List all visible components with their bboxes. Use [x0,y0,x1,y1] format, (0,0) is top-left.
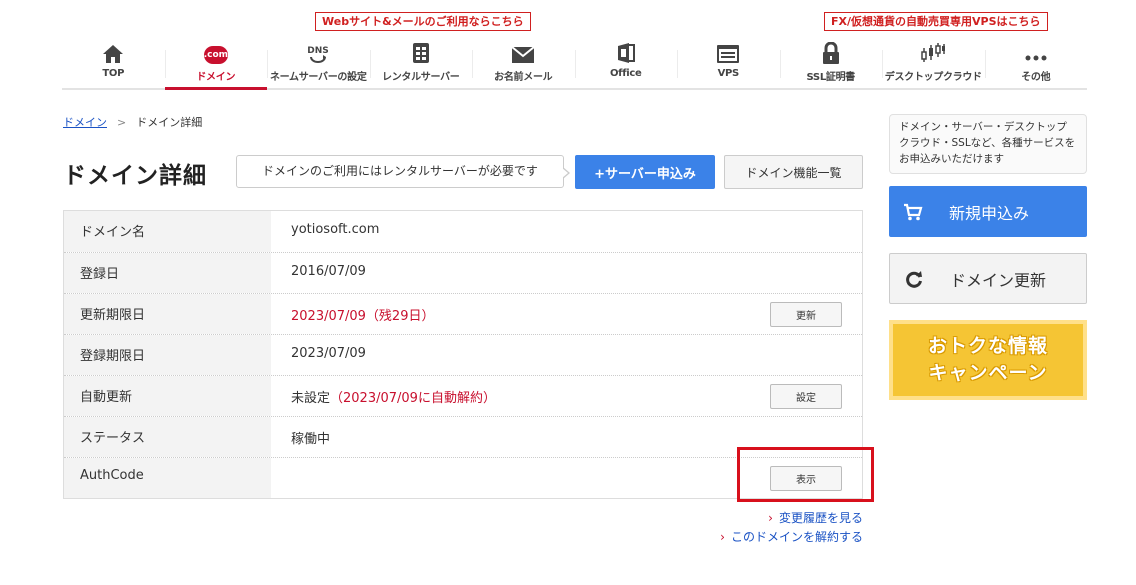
services-note: ドメイン・サーバー・デスクトップクラウド・SSLなど、各種サービスをお申込みいた… [889,114,1087,174]
chart-icon [921,43,946,62]
cancel-domain-link[interactable]: このドメインを解約する [731,530,863,544]
status-label: ステータス [64,417,271,457]
new-order-button[interactable]: 新規申込み [889,186,1087,237]
table-row: 登録期限日 2023/07/09 [64,334,862,375]
nav-item-nameserver[interactable]: DNS ネームサーバーの設定 [267,38,370,88]
banner-line-2: キャンペーン [928,362,1048,384]
svg-text:DNS: DNS [308,46,330,56]
domain-action-links: › 変更履歴を見る › このドメインを解約する [720,509,863,547]
registered-date-value: 2016/07/09 [291,264,366,279]
table-row: AuthCode 表示 [64,457,862,498]
dotcom-icon: .com [203,46,228,64]
breadcrumb-separator: > [117,116,127,129]
renewal-deadline-value: 2023/07/09（残29日） [291,309,435,324]
registration-deadline-label: 登録期限日 [64,335,271,375]
domain-renew-button[interactable]: ドメイン更新 [889,253,1087,304]
auto-renew-label: 自動更新 [64,376,271,416]
domain-detail-table: ドメイン名 yotiosoft.com 登録日 2016/07/09 更新期限日… [63,210,863,499]
registration-deadline-value: 2023/07/09 [291,346,366,361]
nav-item-top[interactable]: TOP [62,38,165,88]
renewal-deadline-label: 更新期限日 [64,294,271,334]
domain-name-value: yotiosoft.com [291,222,380,237]
refresh-icon [906,270,922,288]
authcode-cell: 表示 [271,458,862,498]
nav-label: お名前メール [494,72,553,83]
office-icon [617,43,635,63]
domain-renew-label: ドメイン更新 [950,270,1047,290]
server-icon [412,43,429,63]
caret-right-icon: › [720,530,725,544]
dns-icon: DNS [308,46,330,63]
server-required-notice: ドメインのご利用にはレンタルサーバーが必要です [236,155,570,188]
renew-button[interactable]: 更新 [770,302,842,327]
show-authcode-button[interactable]: 表示 [770,466,842,491]
home-icon [103,45,124,63]
server-apply-button[interactable]: +サーバー申込み [575,155,715,189]
nav-label: SSL証明書 [806,72,856,83]
nav-item-vps[interactable]: VPS [677,38,780,88]
more-icon [1025,55,1047,61]
breadcrumb-current: ドメイン詳細 [136,116,203,129]
nav-item-desktop-cloud[interactable]: デスクトップクラウド [882,38,985,88]
nav-label: TOP [102,68,125,79]
auto-renew-settings-button[interactable]: 設定 [770,384,842,409]
fx-vps-promo-link[interactable]: FX/仮想通貨の自動売買専用VPSはこちら [824,12,1048,31]
breadcrumb-domain-link[interactable]: ドメイン [63,116,107,129]
table-row: 更新期限日 2023/07/09（残29日） 更新 [64,293,862,334]
table-row: 自動更新 未設定（2023/07/09に自動解約） 設定 [64,375,862,416]
caret-right-icon: › [768,511,773,525]
nav-label: デスクトップクラウド [884,72,982,83]
auto-renew-status: 未設定 [291,391,331,406]
cart-icon [904,203,923,220]
page-title: ドメイン詳細 [63,163,207,189]
nav-item-other[interactable]: その他 [984,38,1088,88]
web-mail-promo-link[interactable]: Webサイト&メールのご利用ならこちら [315,12,531,31]
nav-label: その他 [1021,72,1051,83]
new-order-label: 新規申込み [949,203,1030,223]
status-value: 稼働中 [291,432,331,447]
domain-name-label: ドメイン名 [64,211,271,252]
table-row: ステータス 稼働中 [64,416,862,457]
nav-item-ssl[interactable]: SSL証明書 [779,38,883,88]
nav-item-rental-server[interactable]: レンタルサーバー [369,38,473,88]
nav-item-domain[interactable]: .com ドメイン [164,38,268,90]
mail-icon [511,46,535,63]
plus-icon: + [594,166,606,182]
nav-label: レンタルサーバー [382,72,460,83]
authcode-label: AuthCode [64,458,271,498]
nav-item-office[interactable]: Office [574,38,678,88]
nav-item-mail[interactable]: お名前メール [472,38,575,88]
nav-label: VPS [717,68,740,79]
vps-icon [717,45,740,63]
nav-label: ドメイン [196,72,236,83]
nav-label: Office [609,68,642,79]
banner-line-1: おトクな情報 [927,335,1048,357]
registered-date-label: 登録日 [64,253,271,293]
breadcrumb: ドメイン > ドメイン詳細 [63,114,202,130]
auto-renew-cell: 未設定（2023/07/09に自動解約） 設定 [271,376,862,416]
auto-renew-note: （2023/07/09に自動解約） [330,391,496,406]
change-history-link[interactable]: 変更履歴を見る [779,511,863,525]
domain-feature-list-button[interactable]: ドメイン機能一覧 [724,155,863,189]
table-row: ドメイン名 yotiosoft.com [64,211,862,252]
lock-icon [822,42,839,64]
global-nav: TOP .com ドメイン DNS ネームサーバーの設定 レンタルサーバー お名… [62,38,1087,90]
nav-label: ネームサーバーの設定 [269,72,367,83]
server-apply-label: サーバー申込み [605,166,696,182]
campaign-banner[interactable]: おトクな情報 キャンペーン [889,320,1087,400]
renewal-deadline-cell: 2023/07/09（残29日） 更新 [271,294,862,334]
table-row: 登録日 2016/07/09 [64,252,862,293]
